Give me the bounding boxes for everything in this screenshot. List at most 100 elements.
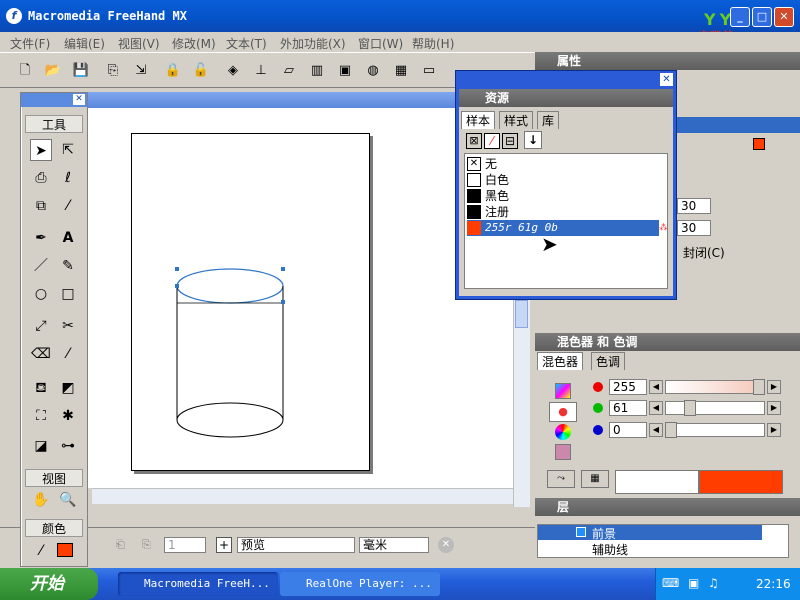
menu-view[interactable]: 视图(V) xyxy=(118,35,160,52)
view-mode-select[interactable]: 预览 xyxy=(237,537,355,553)
fill-mode-icon[interactable]: ⊠ xyxy=(466,133,482,149)
new-document-icon[interactable]: 🗋 xyxy=(14,61,36,81)
trace-tool-icon[interactable]: ⧉ xyxy=(30,195,52,217)
library-icon[interactable]: ▥ xyxy=(306,61,328,81)
tab-swatches[interactable]: 样本 xyxy=(461,111,496,129)
both-mode-icon[interactable]: ⊟ xyxy=(502,133,518,149)
ellipse-tool-icon[interactable]: ○ xyxy=(30,283,52,305)
options-arrow-icon[interactable]: ↓ xyxy=(524,131,542,149)
layer-row-guides[interactable]: 辅助线 xyxy=(538,541,762,557)
green-slider-thumb[interactable] xyxy=(684,400,696,416)
lasso-tool-icon[interactable]: ℓ xyxy=(57,167,79,189)
stroke-mode-icon[interactable]: ⁄ xyxy=(484,133,500,149)
menu-modify[interactable]: 修改(M) xyxy=(172,35,216,52)
fill-color-swatch[interactable] xyxy=(57,543,73,557)
green-decrease-button[interactable]: ◀ xyxy=(649,401,663,415)
tray-keyboard-icon[interactable]: ⌨ xyxy=(662,576,679,590)
brush-tool-icon[interactable]: ⁄ xyxy=(57,343,79,365)
bucket-tool-icon[interactable]: ◩ xyxy=(57,377,79,399)
green-value-field[interactable]: 61 xyxy=(609,400,647,416)
fill-tool-icon[interactable]: ⛾ xyxy=(30,377,52,399)
value-field-1[interactable]: 30 xyxy=(677,198,711,214)
red-value-field[interactable]: 255 xyxy=(609,379,647,395)
tab-library[interactable]: 库 xyxy=(537,111,560,129)
swatch-row-none[interactable]: ✕ 无 xyxy=(467,156,663,172)
display-icon[interactable]: ▭ xyxy=(418,61,440,81)
maximize-button[interactable]: □ xyxy=(752,7,772,27)
document-page[interactable] xyxy=(131,133,370,471)
tab-styles[interactable]: 样式 xyxy=(499,111,534,129)
page-number-field[interactable]: 1 xyxy=(164,537,206,553)
fill-swatch-small[interactable] xyxy=(753,138,765,150)
zoom-tool-icon[interactable]: 🔍 xyxy=(57,489,79,511)
knife-tool-icon[interactable]: ✂ xyxy=(57,315,79,337)
eyedropper-tool-icon[interactable]: ⁄ xyxy=(57,195,79,217)
scroll-thumb[interactable] xyxy=(515,300,528,328)
unlock-icon[interactable]: 🔓 xyxy=(190,61,212,81)
blue-slider-thumb[interactable] xyxy=(665,422,677,438)
start-button[interactable]: 开始 xyxy=(0,568,98,600)
menu-help[interactable]: 帮助(H) xyxy=(412,35,454,52)
layer-row-foreground[interactable]: 前景 xyxy=(538,525,762,541)
system-color-icon[interactable] xyxy=(555,444,571,460)
line-tool-icon[interactable]: ／ xyxy=(30,255,52,277)
page-tool-icon[interactable]: ⎙ xyxy=(30,167,52,189)
tab-mixer[interactable]: 混色器 xyxy=(537,352,584,370)
add-to-swatches-button[interactable]: ⤳ xyxy=(547,470,575,488)
page-prev-icon[interactable]: ⎗ xyxy=(116,538,130,552)
red-decrease-button[interactable]: ◀ xyxy=(649,380,663,394)
blue-increase-button[interactable]: ▶ xyxy=(767,423,781,437)
blue-decrease-button[interactable]: ◀ xyxy=(649,423,663,437)
menu-text[interactable]: 文本(T) xyxy=(226,35,267,52)
layers-icon[interactable]: ▣ xyxy=(334,61,356,81)
hand-tool-icon[interactable]: ✋ xyxy=(30,489,52,511)
tools-close-icon[interactable]: ✕ xyxy=(73,94,85,105)
pencil-tool-icon[interactable]: ✎ xyxy=(57,255,79,277)
menu-file[interactable]: 文件(F) xyxy=(10,35,50,52)
tray-clock[interactable]: 22:16 xyxy=(756,577,791,591)
swatch-row-custom[interactable]: 255r 61g 0b xyxy=(467,220,659,236)
align-icon[interactable]: ⊥ xyxy=(250,61,272,81)
color-mixer-icon[interactable]: ◍ xyxy=(362,61,384,81)
tray-network-icon[interactable]: ▣ xyxy=(688,576,699,590)
cancel-render-icon[interactable]: ✕ xyxy=(438,537,454,553)
blue-slider[interactable] xyxy=(665,423,765,437)
mixer-header[interactable]: 混色器 和 色调 xyxy=(535,333,800,351)
assets-close-icon[interactable]: ✕ xyxy=(660,73,673,86)
properties-header[interactable]: 属性 xyxy=(535,52,800,70)
export-icon[interactable]: ⇲ xyxy=(130,61,152,81)
import-icon[interactable]: ⎘ xyxy=(102,61,124,81)
swatch-row-white[interactable]: 白色 xyxy=(467,172,663,188)
green-increase-button[interactable]: ▶ xyxy=(767,401,781,415)
horizontal-scrollbar[interactable] xyxy=(92,488,513,504)
menu-edit[interactable]: 编辑(E) xyxy=(64,35,105,52)
unit-select[interactable]: 毫米 xyxy=(359,537,429,553)
eraser-tool-icon[interactable]: ⌫ xyxy=(30,343,52,365)
swatches-icon[interactable]: ▦ xyxy=(390,61,412,81)
lock-icon[interactable]: 🔒 xyxy=(162,61,184,81)
spray-tool-icon[interactable]: ✱ xyxy=(57,405,79,427)
red-increase-button[interactable]: ▶ xyxy=(767,380,781,394)
save-icon[interactable]: 💾 xyxy=(70,61,92,81)
pen-tool-icon[interactable]: ✒ xyxy=(30,227,52,249)
add-page-icon[interactable]: + xyxy=(216,537,232,553)
menu-xtras[interactable]: 外加功能(X) xyxy=(280,35,346,52)
tray-volume-icon[interactable]: ♫ xyxy=(708,576,719,590)
blue-value-field[interactable]: 0 xyxy=(609,422,647,438)
swatch-row-black[interactable]: 黑色 xyxy=(467,188,663,204)
stroke-color-icon[interactable]: ⁄ xyxy=(30,540,52,562)
cmyk-mode-icon[interactable] xyxy=(555,383,571,399)
transform-icon[interactable]: ▱ xyxy=(278,61,300,81)
rgb-mode-icon[interactable]: ● xyxy=(549,402,577,422)
value-field-2[interactable]: 30 xyxy=(677,220,711,236)
cylinder-drawing[interactable] xyxy=(132,134,371,472)
group-icon[interactable]: ◈ xyxy=(222,61,244,81)
pointer-tool-icon[interactable]: ➤ xyxy=(30,139,52,161)
scale-tool-icon[interactable]: ⤢ xyxy=(30,315,52,337)
red-slider-thumb[interactable] xyxy=(753,379,765,395)
closed-label[interactable]: 封闭(C) xyxy=(683,244,725,261)
menu-window[interactable]: 窗口(W) xyxy=(358,35,403,52)
rectangle-tool-icon[interactable]: □ xyxy=(57,283,79,305)
swatch-row-registration[interactable]: 注册 xyxy=(467,204,663,220)
page-next-icon[interactable]: ⎘ xyxy=(142,538,156,552)
